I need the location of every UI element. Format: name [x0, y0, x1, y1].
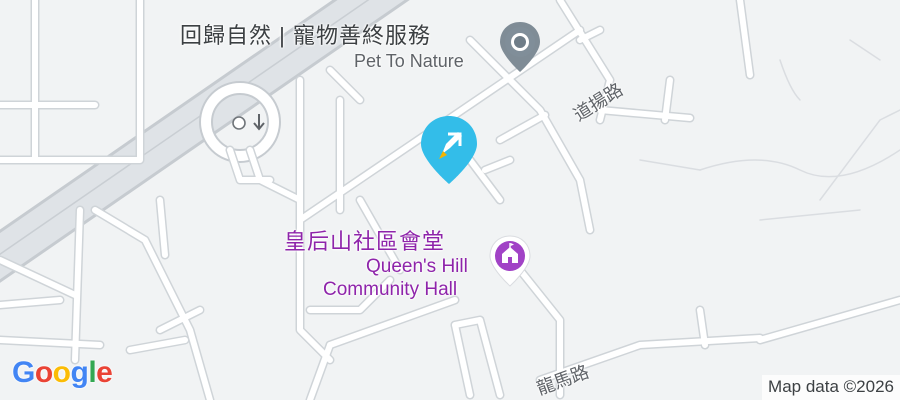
community-hall-pin-icon[interactable]	[486, 234, 534, 295]
google-logo-letter: e	[96, 356, 113, 389]
service-pin-icon[interactable]	[496, 20, 544, 81]
google-logo: Google	[12, 356, 113, 390]
map-view[interactable]: 回歸自然 | 寵物善終服務 Pet To Nature 道揚路 龍馬路 皇后山社…	[0, 0, 900, 400]
poi-hall-name-en-line1[interactable]: Queen's Hill	[366, 256, 468, 278]
roundabout-circle-icon	[231, 115, 247, 136]
google-logo-letter: l	[88, 356, 97, 389]
google-logo-letter: g	[70, 356, 89, 389]
poi-pet-name-en[interactable]: Pet To Nature	[354, 51, 464, 72]
poi-hall-name-zh[interactable]: 皇后山社區會堂	[284, 229, 445, 254]
google-logo-letter: o	[34, 356, 53, 389]
poi-hall-name-en-line2[interactable]: Community Hall	[323, 279, 457, 301]
google-logo-letter: o	[52, 356, 71, 389]
poi-pet-name-zh[interactable]: 回歸自然 | 寵物善終服務	[180, 23, 431, 48]
map-attribution[interactable]: Map data ©2026	[762, 375, 900, 400]
google-logo-letter: G	[12, 356, 35, 389]
map-marker-icon[interactable]	[416, 114, 482, 191]
one-way-arrow-icon	[252, 112, 266, 137]
